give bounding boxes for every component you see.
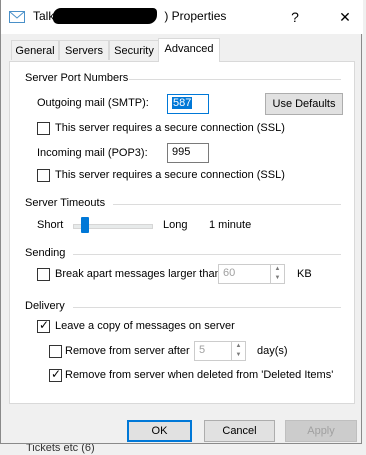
message-size-input[interactable]: 60 [218, 264, 271, 284]
leave-copy-label: Leave a copy of messages on server [55, 320, 235, 332]
timeout-long-label: Long [163, 219, 188, 231]
apply-button[interactable]: Apply [285, 420, 357, 442]
checkmark-icon: ✓ [51, 367, 62, 381]
tab-security[interactable]: Security [109, 40, 159, 60]
stepper-up-icon[interactable]: ▲ [271, 265, 284, 274]
ok-button[interactable]: OK [127, 420, 192, 442]
title-bar[interactable]: Talktalk () Properties ? ✕ [1, 0, 363, 34]
remove-deleted-label: Remove from server when deleted from 'De… [65, 369, 334, 381]
divider [73, 254, 341, 255]
message-size-unit: KB [297, 268, 312, 280]
message-size-stepper[interactable]: ▲ ▼ [271, 264, 285, 284]
tab-general[interactable]: General [11, 40, 59, 60]
break-apart-label: Break apart messages larger than [55, 268, 221, 280]
timeout-slider-thumb[interactable] [81, 217, 89, 233]
checkmark-icon: ✓ [39, 318, 50, 332]
timeout-value: 1 minute [209, 219, 252, 231]
stepper-down-icon[interactable]: ▼ [271, 274, 284, 283]
envelope-icon [9, 11, 25, 23]
pop-ssl-checkbox[interactable] [37, 169, 50, 182]
smtp-ssl-label: This server requires a secure connection… [55, 122, 285, 134]
help-button[interactable]: ? [283, 6, 307, 28]
server-timeouts-heading: Server Timeouts [25, 197, 106, 209]
remove-days-unit: day(s) [257, 345, 288, 357]
remove-after-label: Remove from server after [65, 345, 190, 357]
delivery-heading: Delivery [25, 300, 65, 312]
stepper-up-icon[interactable]: ▲ [232, 342, 245, 351]
pop-ssl-label: This server requires a secure connection… [55, 169, 285, 181]
divider [73, 307, 341, 308]
outgoing-mail-label: Outgoing mail (SMTP): [37, 97, 149, 109]
remove-days-stepper[interactable]: ▲ ▼ [232, 341, 246, 361]
divider [113, 204, 341, 205]
stepper-down-icon[interactable]: ▼ [232, 351, 245, 360]
incoming-mail-label: Incoming mail (POP3): [37, 147, 148, 159]
smtp-ssl-checkbox[interactable] [37, 122, 50, 135]
leave-copy-checkbox[interactable]: ✓ [37, 318, 50, 333]
close-button[interactable]: ✕ [333, 6, 357, 28]
server-ports-heading: Server Port Numbers [25, 72, 129, 84]
sending-heading: Sending [25, 247, 66, 259]
properties-dialog: Talktalk () Properties ? ✕ General Serve… [0, 0, 363, 444]
remove-deleted-checkbox[interactable]: ✓ [49, 367, 62, 382]
tab-advanced[interactable]: Advanced [158, 38, 220, 62]
break-apart-checkbox[interactable] [37, 268, 50, 281]
remove-days-input[interactable]: 5 [194, 341, 232, 361]
divider [129, 79, 341, 80]
timeout-short-label: Short [37, 219, 64, 231]
remove-after-checkbox[interactable] [49, 345, 62, 358]
cancel-button[interactable]: Cancel [204, 420, 275, 442]
incoming-port-input[interactable]: 995 [167, 143, 209, 163]
use-defaults-button[interactable]: Use Defaults [265, 93, 343, 115]
tab-servers[interactable]: Servers [59, 40, 109, 60]
outgoing-port-input[interactable]: 587 [167, 94, 209, 114]
redaction-mark [53, 8, 157, 24]
